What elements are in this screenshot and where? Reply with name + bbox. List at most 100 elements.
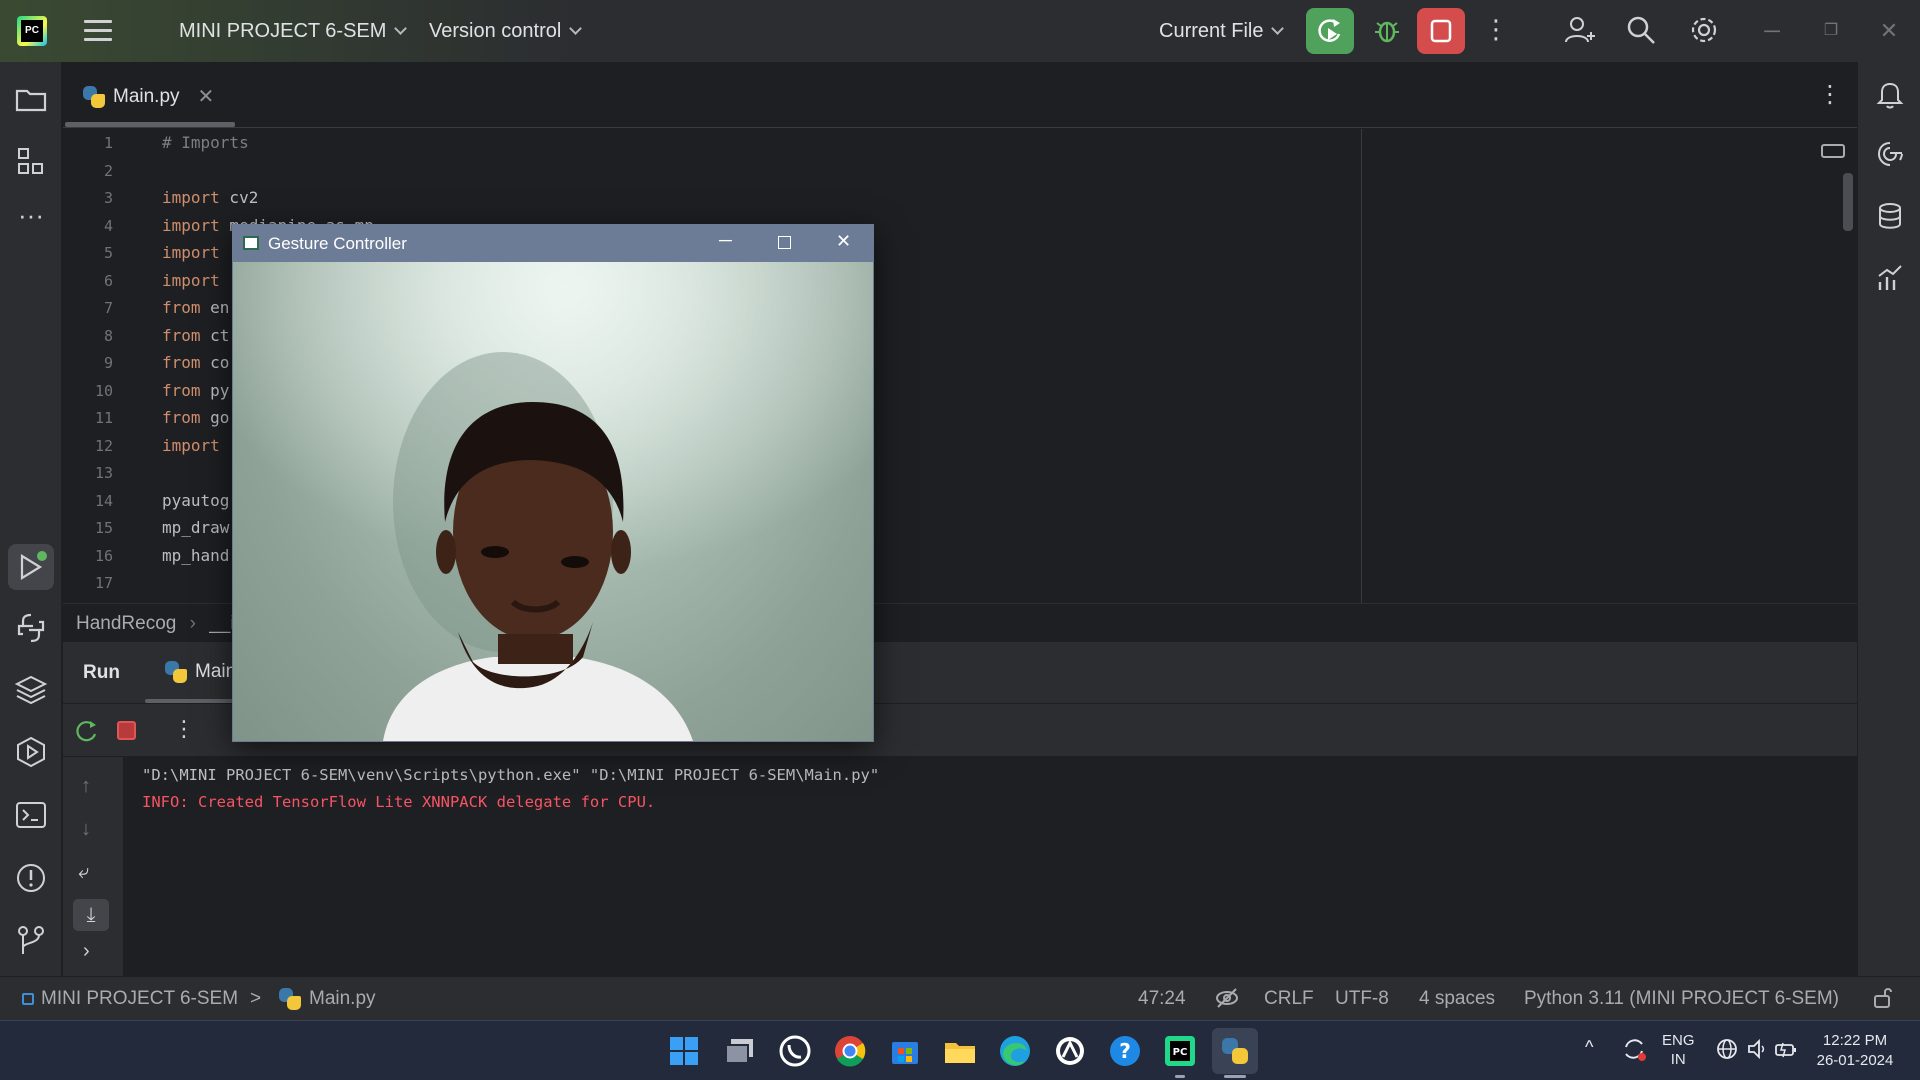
tab-main-py[interactable]: Main.py ✕ (83, 84, 214, 109)
scientific-mode-icon[interactable] (1874, 262, 1906, 294)
windows-start-icon[interactable] (666, 1033, 702, 1069)
line-number[interactable]: 14 (63, 492, 113, 510)
app-shield-icon[interactable] (1052, 1033, 1088, 1069)
breadcrumb-class[interactable]: HandRecog (76, 613, 176, 634)
search-icon[interactable] (1625, 14, 1657, 46)
minimize-window-button[interactable]: ─ (1757, 16, 1787, 46)
main-menu-icon[interactable] (84, 20, 112, 42)
editor-scrollbar[interactable] (1843, 173, 1853, 231)
status-project[interactable]: MINI PROJECT 6-SEM (41, 988, 238, 1010)
language-indicator[interactable]: ENG IN (1662, 1031, 1695, 1069)
network-globe-icon[interactable] (1715, 1037, 1739, 1065)
battery-icon[interactable] (1774, 1037, 1798, 1065)
pycharm-taskbar-icon[interactable]: PC (1162, 1033, 1198, 1069)
arrow-up-icon[interactable]: ↑ (81, 775, 91, 798)
code-line[interactable]: from en (162, 298, 229, 317)
line-number[interactable]: 2 (63, 162, 113, 180)
run-tool-window-icon[interactable] (8, 544, 54, 590)
clock[interactable]: 12:22 PM 26-01-2024 (1815, 1031, 1895, 1071)
edge-icon[interactable] (997, 1033, 1033, 1069)
code-line[interactable]: mp_hand (162, 546, 229, 565)
line-number[interactable]: 3 (63, 189, 113, 207)
line-number[interactable]: 7 (63, 299, 113, 317)
code-line[interactable]: import (162, 243, 220, 262)
code-line[interactable]: from py (162, 381, 229, 400)
python-window-taskbar-icon[interactable] (1212, 1028, 1258, 1074)
scroll-to-end-icon[interactable]: ⤓ (73, 899, 109, 931)
code-line[interactable]: from go (162, 408, 229, 427)
line-number[interactable]: 16 (63, 547, 113, 565)
rerun-icon[interactable] (73, 718, 99, 749)
code-line[interactable]: from ct (162, 326, 229, 345)
code-line[interactable]: mp_draw (162, 518, 229, 537)
line-number[interactable]: 12 (63, 437, 113, 455)
help-icon[interactable]: ? (1107, 1033, 1143, 1069)
rerun-button[interactable] (1306, 8, 1354, 54)
line-number[interactable]: 17 (63, 574, 113, 592)
caret-position[interactable]: 47:24 (1138, 988, 1186, 1010)
soft-wrap-icon[interactable]: ⤶ (78, 861, 89, 884)
code-line[interactable]: import (162, 271, 220, 290)
code-line[interactable]: # Imports (162, 133, 249, 152)
line-number[interactable]: 1 (63, 134, 113, 152)
line-number[interactable]: 13 (63, 464, 113, 482)
run-config-selector[interactable]: Current File (1159, 20, 1285, 43)
code-line[interactable]: from co (162, 353, 229, 372)
project-switcher[interactable]: MINI PROJECT 6-SEM (179, 20, 408, 43)
code-line[interactable]: pyautog (162, 491, 229, 510)
arrow-down-icon[interactable]: ↓ (81, 818, 91, 841)
inspections-eye-icon[interactable] (1214, 985, 1240, 1017)
notifications-bell-icon[interactable] (1874, 78, 1906, 110)
line-number[interactable]: 4 (63, 217, 113, 235)
services-icon[interactable] (13, 734, 49, 770)
structure-icon[interactable] (13, 143, 49, 179)
expand-chevron-icon[interactable]: › (83, 940, 90, 963)
show-hidden-icons-chevron[interactable]: ^ (1585, 1037, 1593, 1058)
debug-button[interactable] (1371, 14, 1403, 46)
more-tool-windows-icon[interactable]: ··· (13, 202, 49, 241)
settings-gear-icon[interactable] (1688, 14, 1720, 46)
volume-speaker-icon[interactable] (1745, 1037, 1769, 1065)
more-actions-icon[interactable]: ⋮ (1480, 14, 1512, 46)
code-line[interactable]: import (162, 436, 220, 455)
gesture-controller-window[interactable]: Gesture Controller ─ ✕ (232, 224, 874, 742)
indent-setting[interactable]: 4 spaces (1419, 988, 1495, 1010)
vcs-menu[interactable]: Version control (429, 20, 583, 43)
whatsapp-icon[interactable] (777, 1033, 813, 1069)
close-tab-icon[interactable]: ✕ (198, 84, 215, 109)
gesture-close-button[interactable]: ✕ (836, 231, 851, 252)
project-folder-icon[interactable] (13, 81, 49, 117)
line-ending[interactable]: CRLF (1264, 988, 1314, 1010)
stop-run-icon[interactable] (117, 721, 136, 740)
chrome-icon[interactable] (832, 1033, 868, 1069)
run-more-options-icon[interactable]: ⋮ (173, 716, 195, 742)
stop-button[interactable] (1417, 8, 1465, 54)
breadcrumb-method[interactable]: __i (209, 613, 234, 634)
microsoft-store-icon[interactable] (887, 1033, 923, 1069)
gesture-minimize-button[interactable]: ─ (719, 230, 732, 251)
sync-icon[interactable] (1620, 1035, 1648, 1067)
line-number[interactable]: 5 (63, 244, 113, 262)
file-encoding[interactable]: UTF-8 (1335, 988, 1389, 1010)
lock-icon[interactable] (1870, 985, 1896, 1017)
task-view-icon[interactable] (722, 1033, 758, 1069)
tab-options-icon[interactable]: ⋮ (1818, 80, 1842, 109)
run-console[interactable]: ↑ ↓ ⤶ ⤓ › "D:\MINI PROJECT 6-SEM\venv\Sc… (63, 757, 1857, 976)
ai-assistant-icon[interactable] (1874, 138, 1906, 170)
problems-icon[interactable] (13, 860, 49, 896)
status-file[interactable]: Main.py (279, 988, 376, 1010)
close-window-button[interactable]: ✕ (1874, 16, 1904, 46)
line-number[interactable]: 11 (63, 409, 113, 427)
file-explorer-icon[interactable] (942, 1033, 978, 1069)
line-number[interactable]: 10 (63, 382, 113, 400)
code-line[interactable]: import cv2 (162, 188, 258, 207)
reader-mode-icon[interactable] (1821, 144, 1845, 158)
line-number[interactable]: 6 (63, 272, 113, 290)
line-number[interactable]: 8 (63, 327, 113, 345)
python-interpreter[interactable]: Python 3.11 (MINI PROJECT 6-SEM) (1524, 988, 1839, 1010)
gesture-window-titlebar[interactable]: Gesture Controller ─ ✕ (233, 225, 873, 262)
terminal-icon[interactable] (13, 797, 49, 833)
database-icon[interactable] (1874, 200, 1906, 232)
pycharm-logo-icon[interactable] (17, 16, 47, 46)
python-packages-icon[interactable] (13, 672, 49, 708)
